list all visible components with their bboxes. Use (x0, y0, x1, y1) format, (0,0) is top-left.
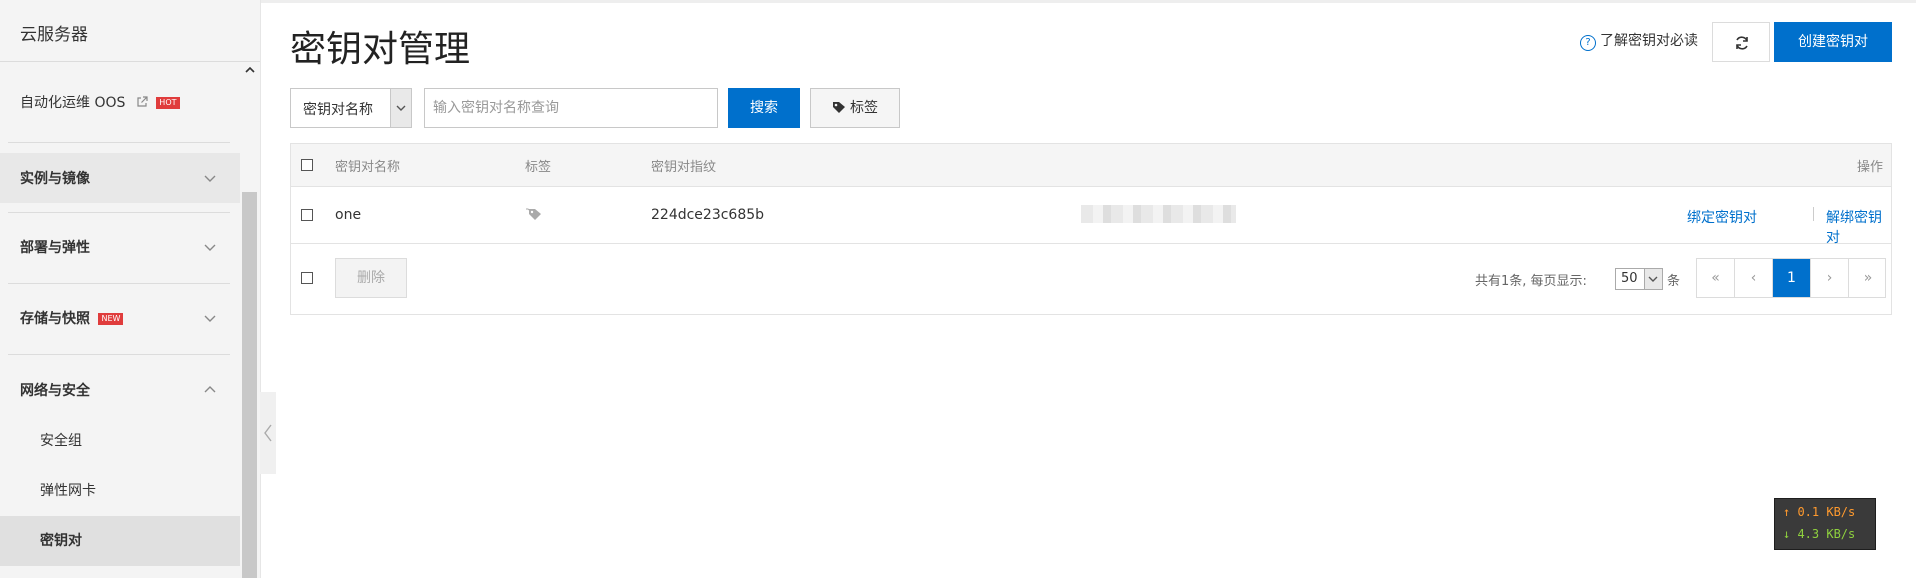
prev-page-button[interactable]: ‹ (1735, 259, 1773, 297)
sidebar-subitem-eni[interactable]: 弹性网卡 (0, 466, 240, 516)
sidebar-scrollbar[interactable] (240, 62, 260, 578)
dropdown-arrow[interactable] (1644, 269, 1662, 289)
chevron-left-icon (264, 424, 272, 442)
search-button[interactable]: 搜索 (728, 88, 800, 128)
sidebar-item-network-security[interactable]: 网络与安全 (0, 380, 230, 400)
chevron-down-icon (396, 105, 406, 111)
page-size-unit: 条 (1667, 274, 1681, 289)
sidebar-item-label: 存储与快照 (20, 311, 90, 327)
table-row: one 224dce23c685b 绑定密钥对 解绑密钥对 (291, 187, 1891, 247)
question-icon: ? (1580, 35, 1596, 51)
first-page-button[interactable]: « (1697, 259, 1735, 297)
scrollbar-thumb[interactable] (242, 192, 257, 578)
sidebar-item-label: 部署与弹性 (20, 240, 90, 256)
column-header-actions: 操作 (1857, 160, 1884, 175)
tag-filter-button[interactable]: 标签 (810, 88, 900, 128)
bind-keypair-link[interactable]: 绑定密钥对 (1687, 207, 1757, 227)
dropdown-arrow[interactable] (390, 89, 411, 127)
column-header-name: 密钥对名称 (335, 160, 401, 175)
sidebar-item-label: 自动化运维 OOS (20, 95, 126, 111)
sidebar-item-oos[interactable]: 自动化运维 OOS HOT (0, 92, 230, 112)
tag-icon[interactable] (525, 207, 545, 221)
sidebar-title: 云服务器 (20, 25, 88, 45)
sidebar-divider (8, 354, 230, 355)
sidebar-divider (8, 283, 230, 284)
search-input[interactable] (424, 88, 718, 128)
refresh-icon (1736, 36, 1748, 50)
help-link-label: 了解密钥对必读 (1600, 33, 1698, 49)
row-checkbox[interactable] (301, 209, 313, 221)
delete-button[interactable]: 删除 (335, 258, 407, 298)
keypair-table: 密钥对名称 标签 密钥对指纹 操作 one 224dce23c685b 绑定密钥… (290, 143, 1892, 315)
pagination: « ‹ 1 › » (1696, 258, 1886, 298)
chevron-down-icon (1648, 276, 1658, 282)
upload-speed: ↑ 0.1 KB/s (1783, 505, 1856, 519)
pagination-summary: 共有1条, 每页显示: (1475, 274, 1587, 289)
keypair-fingerprint: 224dce23c685b (651, 207, 765, 223)
external-link-icon (137, 96, 148, 107)
select-all-checkbox[interactable] (301, 159, 313, 171)
keypair-name: one (335, 207, 362, 223)
hot-badge: HOT (156, 97, 180, 109)
refresh-button[interactable] (1712, 22, 1770, 62)
action-divider (1813, 207, 1814, 221)
sidebar-subitem-security-group[interactable]: 安全组 (0, 416, 240, 466)
table-header: 密钥对名称 标签 密钥对指纹 操作 (291, 144, 1891, 187)
sidebar-item-label: 实例与镜像 (20, 171, 90, 187)
network-speed-widget: ↑ 0.1 KB/s ↓ 4.3 KB/s (1774, 498, 1876, 550)
download-speed: ↓ 4.3 KB/s (1783, 527, 1856, 541)
sidebar-item-deploy-scale[interactable]: 部署与弹性 (0, 237, 230, 257)
top-progress-line (0, 0, 1916, 3)
tag-icon (833, 102, 845, 113)
sidebar-divider (8, 212, 230, 213)
column-header-fingerprint: 密钥对指纹 (651, 160, 717, 175)
sidebar-subitem-keypairs[interactable]: 密钥对 (0, 516, 240, 566)
sidebar-menu: 自动化运维 OOS HOT 实例与镜像 部署与弹性 存储与快照 NEW 网络与安… (0, 62, 240, 578)
redacted-fingerprint (1081, 205, 1236, 223)
page-size-select[interactable]: 50 (1615, 268, 1663, 290)
sidebar-item-storage-snapshots[interactable]: 存储与快照 NEW (0, 308, 230, 328)
unbind-keypair-link[interactable]: 解绑密钥对 (1826, 207, 1891, 247)
filter-field-value: 密钥对名称 (303, 102, 373, 118)
page-size-value: 50 (1621, 271, 1638, 286)
create-keypair-button[interactable]: 创建密钥对 (1774, 22, 1892, 62)
new-badge: NEW (98, 313, 124, 325)
column-header-tags: 标签 (525, 160, 552, 175)
sidebar: 云服务器 自动化运维 OOS HOT 实例与镜像 部署与弹性 存储与快照 NEW… (0, 0, 261, 578)
scroll-up-icon[interactable] (242, 64, 258, 80)
chevron-up-icon (204, 386, 216, 393)
sidebar-item-instances-images[interactable]: 实例与镜像 (0, 168, 230, 188)
table-footer: 删除 共有1条, 每页显示: 50 条 « ‹ 1 › » (291, 244, 1891, 314)
last-page-button[interactable]: » (1849, 259, 1887, 297)
chevron-down-icon (204, 244, 216, 251)
chevron-down-icon (204, 315, 216, 322)
tag-button-label: 标签 (850, 100, 878, 116)
next-page-button[interactable]: › (1811, 259, 1849, 297)
sidebar-collapse-handle[interactable] (260, 392, 276, 474)
chevron-down-icon (204, 175, 216, 182)
footer-select-all-checkbox[interactable] (301, 272, 313, 284)
page-title: 密钥对管理 (290, 29, 471, 70)
sidebar-divider (8, 142, 230, 143)
filter-field-select[interactable]: 密钥对名称 (290, 88, 412, 128)
help-link[interactable]: ? 了解密钥对必读 (1580, 30, 1698, 51)
sidebar-header: 云服务器 (0, 0, 260, 62)
page-1-button[interactable]: 1 (1773, 259, 1811, 297)
sidebar-item-label: 网络与安全 (20, 383, 90, 399)
